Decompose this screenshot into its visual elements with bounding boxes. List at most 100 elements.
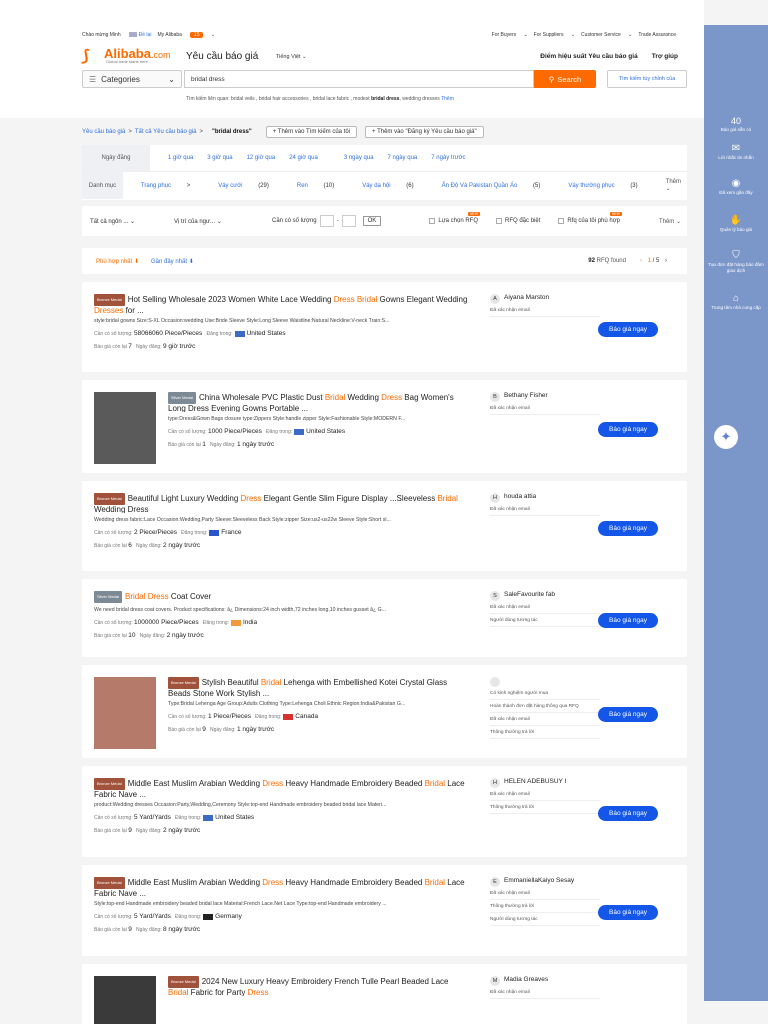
rfq-quantity: Cần có số lượng: 5 Yard/Yards Đăng trong… — [94, 913, 242, 920]
qty-ok-button[interactable]: OK — [362, 216, 382, 226]
quote-now-button[interactable]: Báo giá ngay — [598, 707, 658, 722]
date-option[interactable]: 12 giờ qua — [247, 155, 276, 161]
buyer-name: HELEN ADEBUSUY I — [504, 778, 567, 785]
rfq-title[interactable]: Silver Medal China Wholesale PVC Plastic … — [168, 392, 468, 412]
for-suppliers-menu[interactable]: For Suppliers ⌄ — [534, 32, 575, 38]
my-match-checkbox[interactable]: Rfq của tôi phù hợp NEW — [558, 212, 623, 224]
date-option[interactable]: 1 giờ qua — [168, 155, 193, 161]
rfq-title[interactable]: Bronze Medal Stylish Beautiful Bridal Leh… — [168, 677, 468, 697]
prev-page-icon[interactable]: ‹ — [640, 258, 642, 264]
new-badge: NEW — [609, 212, 623, 216]
rfq-title[interactable]: Bronze Medal 2024 New Luxury Heavy Embroi… — [168, 976, 468, 996]
language-filter-dropdown[interactable]: Tất cả ngôn ... ⌄ — [90, 218, 160, 225]
location-filter-dropdown[interactable]: Vị trí của ngư... ⌄ — [174, 218, 254, 225]
special-rfq-checkbox[interactable]: RFQ đặc biệt — [496, 218, 540, 224]
qty-max-input[interactable] — [341, 215, 356, 227]
trade-assurance-link[interactable]: Trade Assurance — [638, 32, 676, 38]
ai-assistant-button[interactable]: ✦ — [714, 425, 738, 449]
breadcrumb-rfq[interactable]: Yêu cầu báo giá — [82, 129, 125, 135]
country-flag-icon — [203, 913, 214, 920]
rfq-title[interactable]: Bronze Medal Beautiful Light Luxury Weddi… — [94, 493, 474, 513]
manage-quotes[interactable]: ✋ Quản lý báo giá — [704, 215, 768, 233]
category-dropdown[interactable]: ☰ Categories ⌄ — [82, 70, 182, 88]
buyer-tag: Thông thường trả lời — [490, 805, 600, 814]
buyer-tag: Thông thường trả lời — [490, 904, 600, 913]
buyer-name: SaleFavourite fab — [504, 591, 555, 598]
my-alibaba-link[interactable]: My Alibaba 15 ⌄ — [157, 32, 215, 38]
date-option[interactable]: 24 giờ qua — [289, 155, 318, 161]
medal-badge: Bronze Medal — [94, 493, 125, 505]
quote-now-button[interactable]: Báo giá ngay — [598, 422, 658, 437]
category-option[interactable]: Váy dạ hội (6) — [362, 183, 427, 189]
sort-newest[interactable]: Gần đây nhất ⬇ — [151, 258, 194, 265]
date-option[interactable]: 7 ngày trước — [431, 155, 465, 161]
buyer-tag: Thông thường trả lời — [490, 730, 600, 739]
date-option[interactable]: 7 ngày qua — [388, 155, 418, 161]
filter-panel: Ngày đăng 1 giờ qua 3 giờ qua 12 giờ qua… — [82, 145, 687, 200]
rfq-title[interactable]: Bronze Medal Middle East Muslim Arabian W… — [94, 778, 474, 798]
result-count: 92 RFQ found — [588, 258, 626, 264]
mail-icon: ✉ — [731, 143, 741, 154]
breadcrumb-all[interactable]: Tất cả Yêu cầu báo giá — [135, 129, 197, 135]
qty-min-input[interactable] — [319, 215, 334, 227]
rfq-description: Wedding dress fabric:Lace Occasion:Weddi… — [94, 517, 391, 523]
next-page-icon[interactable]: › — [665, 258, 667, 264]
date-option[interactable]: 3 ngày qua — [344, 155, 374, 161]
custom-search-button[interactable]: Tìm kiếm tùy chỉnh của — [607, 70, 687, 88]
category-option[interactable]: Ren (10) — [297, 183, 348, 189]
quote-now-button[interactable]: Báo giá ngay — [598, 521, 658, 536]
country-flag-icon — [294, 428, 305, 435]
message-reminders[interactable]: ✉ Lời nhắc tin nhắn — [704, 143, 768, 161]
supplier-center[interactable]: ⌂ Trung tâm nhà cung cấp — [704, 293, 768, 311]
medal-badge: Silver Medal — [94, 591, 123, 603]
help-link[interactable]: Trợ giúp — [652, 53, 678, 60]
rfq-card: Bronze Medal Middle East Muslim Arabian W… — [82, 766, 687, 857]
medal-badge: Silver Medal — [168, 392, 197, 404]
add-to-search-button[interactable]: + Thêm vào Tìm kiếm của tôi — [265, 126, 358, 138]
buyer-tag: Đã xác nhận email — [490, 990, 600, 999]
buyer-info: H HELEN ADEBUSUY I Đã xác nhận email Thông … — [490, 778, 600, 814]
add-to-subscription-button[interactable]: + Thêm vào "Đăng ký Yêu cầu báo giá" — [365, 126, 484, 138]
recently-viewed[interactable]: ◉ Đã xem gần đây — [704, 178, 768, 196]
quote-now-button[interactable]: Báo giá ngay — [598, 613, 658, 628]
more-filters-button[interactable]: Thêm ⌄ — [659, 218, 681, 225]
quote-now-button[interactable]: Báo giá ngay — [598, 905, 658, 920]
buyer-avatar: B — [490, 392, 500, 402]
category-option[interactable]: Trang phục > — [141, 183, 204, 189]
category-more-button[interactable]: Thêm ⌄ — [666, 179, 681, 192]
related-more-link[interactable]: Thêm — [441, 96, 454, 102]
top-nav: Chào mừng Minh Đề lại My Alibaba 15 ⌄ For … — [82, 30, 682, 40]
category-option[interactable]: Váy thường phục (3) — [568, 183, 651, 189]
rfq-title[interactable]: Bronze Medal Hot Selling Wholesale 2023 W… — [94, 294, 474, 314]
product-thumbnail[interactable] — [94, 392, 156, 464]
quotes-available[interactable]: 40 Báo giá sẵn có — [704, 115, 768, 133]
for-buyers-menu[interactable]: For Buyers ⌄ — [492, 32, 528, 38]
language-selector[interactable]: Tiếng Việt ⌄ — [276, 54, 307, 60]
medal-badge: Bronze Medal — [94, 877, 125, 889]
buyer-avatar — [490, 677, 500, 687]
rfq-title[interactable]: Silver Medal Bridal Dress Coat Cover — [94, 591, 474, 603]
sort-best-match[interactable]: Phù hợp nhất ⬇ — [96, 258, 139, 265]
search-input[interactable] — [184, 70, 534, 88]
greeting: Chào mừng Minh Đề lại — [82, 32, 152, 38]
search-button[interactable]: ⚲ Search — [534, 70, 596, 88]
rfq-card: Bronze Medal Beautiful Light Luxury Weddi… — [82, 481, 687, 571]
rfq-score-link[interactable]: Điểm hiệu suất Yêu cầu báo giá — [540, 53, 637, 60]
logout-link[interactable]: Đề lại — [139, 32, 152, 38]
rfq-title[interactable]: Bronze Medal Middle East Muslim Arabian W… — [94, 877, 474, 897]
category-option[interactable]: Váy cưới (29) — [218, 183, 283, 189]
product-thumbnail[interactable] — [94, 976, 156, 1024]
date-option[interactable]: 3 giờ qua — [207, 155, 232, 161]
quote-now-button[interactable]: Báo giá ngay — [598, 322, 658, 337]
product-thumbnail[interactable] — [94, 677, 156, 749]
buyer-name: Aiyana Marston — [504, 294, 550, 301]
rfq-quantity: Cần có số lượng: 58066060 Piece/Pieces Đ… — [94, 330, 286, 337]
create-trade-assurance-order[interactable]: ⛉ Tạo đơn đặt hàng bảo đảm giao dịch — [704, 250, 768, 274]
category-option[interactable]: Ấn Độ Và Pakistan Quần Áo (5) — [442, 183, 555, 189]
buyer-tag: Có kinh nghiệm người mua — [490, 691, 600, 700]
alibaba-logo[interactable]: ⟆ Alibaba.com Global trade starts here. — [82, 46, 178, 65]
quote-now-button[interactable]: Báo giá ngay — [598, 806, 658, 821]
buyer-avatar: A — [490, 294, 500, 304]
rfq-selection-checkbox[interactable]: Lựa chọn RFQ NEW — [429, 212, 481, 224]
customer-service-menu[interactable]: Customer Service ⌄ — [581, 32, 632, 38]
